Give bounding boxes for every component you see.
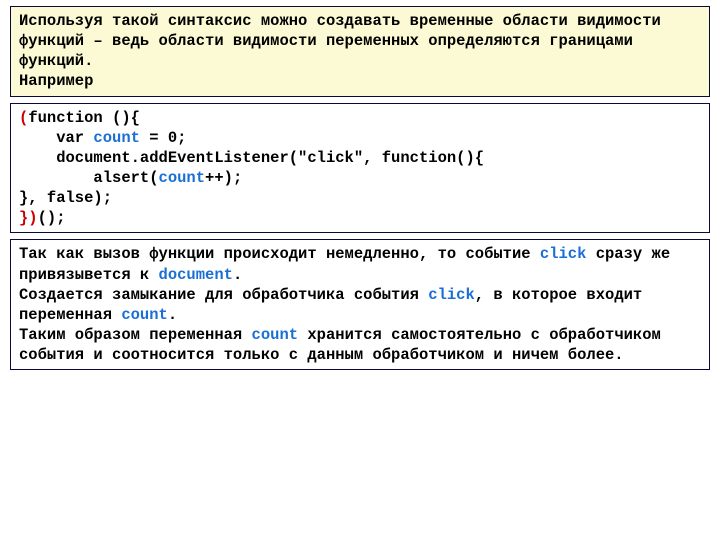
outro-p3a: Таким образом переменная <box>19 326 252 344</box>
code-line-1: var count = 0; <box>19 128 701 148</box>
outro-p1a: Так как вызов функции происходит немедле… <box>19 245 540 263</box>
code-paren-close: }) <box>19 209 38 227</box>
outro-p3: Таким образом переменная count хранится … <box>19 325 701 365</box>
intro-box: Используя такой синтаксис можно создават… <box>10 6 710 97</box>
intro-line-1: Используя такой синтаксис можно создават… <box>19 11 701 71</box>
outro-p1: Так как вызов функции происходит немедле… <box>19 244 701 284</box>
outro-p2: Создается замыкание для обработчика собы… <box>19 285 701 325</box>
code-l3-count: count <box>159 169 206 187</box>
outro-box: Так как вызов функции происходит немедле… <box>10 239 710 370</box>
outro-p1e: . <box>233 266 242 284</box>
code-l3-a: alsert( <box>19 169 159 187</box>
code-l0-rest: function (){ <box>28 109 140 127</box>
outro-p3-count: count <box>252 326 299 344</box>
code-line-2: document.addEventListener("click", funct… <box>19 148 701 168</box>
outro-p2-click: click <box>428 286 475 304</box>
intro-line-2: Например <box>19 71 701 91</box>
code-l1-a: var <box>19 129 93 147</box>
outro-p2-count: count <box>121 306 168 324</box>
outro-p2a: Создается замыкание для обработчика собы… <box>19 286 428 304</box>
code-paren-open: ( <box>19 109 28 127</box>
code-l5-b: (); <box>38 209 66 227</box>
code-line-5: })(); <box>19 208 701 228</box>
outro-p1-document: document <box>159 266 233 284</box>
code-line-3: alsert(count++); <box>19 168 701 188</box>
outro-p1-click: click <box>540 245 587 263</box>
code-box: (function (){ var count = 0; document.ad… <box>10 103 710 234</box>
code-l1-c: = 0; <box>140 129 187 147</box>
code-line-0: (function (){ <box>19 108 701 128</box>
code-l3-c: ++); <box>205 169 242 187</box>
outro-p2e: . <box>168 306 177 324</box>
code-l1-count: count <box>93 129 140 147</box>
code-line-4: }, false); <box>19 188 701 208</box>
